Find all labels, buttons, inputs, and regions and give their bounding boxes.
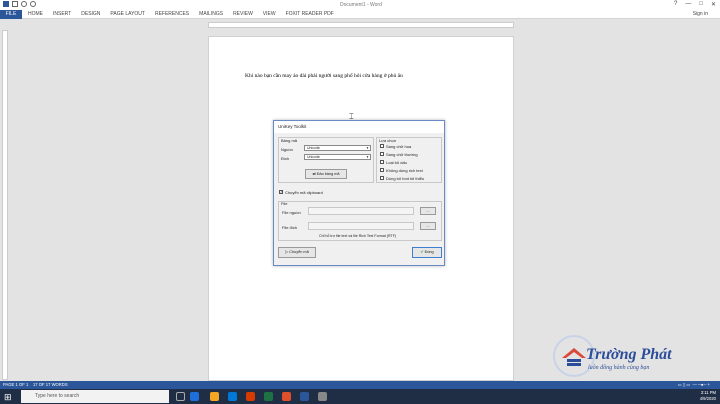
task-view-icon[interactable] [176, 392, 185, 401]
truong-phat-logo: Trường Phát luôn đồng hành cùng bạn [553, 335, 672, 377]
option-lowercase-label: Sang chữ thường [386, 152, 418, 157]
close-label: Đóng [424, 250, 434, 254]
edge-icon[interactable] [190, 392, 199, 401]
sign-in-link[interactable]: Sign in [693, 10, 708, 19]
minimize-icon[interactable]: — [685, 1, 691, 8]
encoding-group-label: Bảng mã [281, 138, 298, 143]
zoom-slider[interactable]: ▭ ▯ ▭ — ─●─ + [678, 381, 710, 389]
unikey-icon[interactable] [318, 392, 327, 401]
windows-start-icon[interactable]: ⊞ [4, 392, 14, 402]
swap-encoding-button[interactable]: ⇄ Đảo bảng mã [305, 169, 347, 179]
taskbar-search-input[interactable]: Type here to search [21, 390, 169, 403]
logo-book-icon [567, 359, 581, 362]
tab-file[interactable]: FILE [0, 10, 22, 19]
convert-button[interactable]: ▷ Chuyển mã [278, 247, 316, 258]
file-note: Chỉ hỗ trợ file text và file Rich Text F… [319, 234, 397, 238]
swap-encoding-label: Đảo bảng mã [316, 172, 340, 176]
options-group-label: Lựa chọn [379, 138, 396, 143]
ribbon: FILE HOME INSERT DESIGN PAGE LAYOUT REFE… [0, 10, 720, 19]
close-icon[interactable]: ✕ [711, 1, 716, 8]
logo-roof-icon [562, 348, 586, 358]
browse-source-button[interactable]: ... [420, 207, 436, 215]
option-lowercase-checkbox[interactable] [380, 152, 384, 156]
taskbar: ⊞ Type here to search 3:11 PM 4/9/2020 [0, 389, 720, 404]
window-title: Document1 - Word [340, 2, 382, 8]
clock-date: 4/9/2020 [699, 396, 716, 401]
tab-mailings[interactable]: MAILINGS [199, 10, 223, 19]
option-remove-accent-label: Loại bỏ dấu [386, 160, 407, 165]
page-count[interactable]: PAGE 1 OF 1 [3, 382, 28, 387]
logo-book-icon [567, 363, 581, 366]
undo-icon[interactable] [21, 1, 27, 7]
word-count[interactable]: 17 OF 17 WORDS [33, 382, 68, 387]
logo-text: Trường Phát [586, 346, 672, 363]
save-icon[interactable] [12, 1, 18, 7]
tab-home[interactable]: HOME [28, 10, 43, 19]
document-text[interactable]: Khi nào bạn cần may áo dài phải người sa… [245, 73, 403, 79]
file-source-label: File nguồn [282, 210, 301, 215]
chevron-down-icon: ▼ [366, 155, 369, 159]
window-controls: ? — □ ✕ [674, 1, 716, 8]
tab-view[interactable]: VIEW [263, 10, 276, 19]
system-tray[interactable]: 3:11 PM 4/9/2020 [700, 390, 716, 402]
close-button[interactable]: ✔ Đóng [412, 247, 442, 258]
browse-dest-button[interactable]: ... [420, 222, 436, 230]
dest-label: Đích [281, 156, 290, 161]
vertical-ruler[interactable] [2, 30, 8, 380]
maximize-icon[interactable]: □ [699, 1, 703, 8]
option-uppercase-label: Sang chữ hoa [386, 144, 412, 149]
excel-icon[interactable] [264, 392, 273, 401]
tab-review[interactable]: REVIEW [233, 10, 253, 19]
help-icon[interactable]: ? [674, 1, 677, 8]
option-remove-accent-checkbox[interactable] [380, 160, 384, 164]
tab-foxit[interactable]: FOXIT READER PDF [286, 10, 334, 19]
file-source-input[interactable] [308, 207, 414, 215]
logo-slogan: luôn đồng hành cùng bạn [588, 364, 649, 371]
unikey-toolkit-dialog: UniKey Toolkit Bảng mã Nguồn Unicode ▼ Đí… [273, 120, 445, 266]
tab-references[interactable]: REFERENCES [155, 10, 189, 19]
title-bar: Document1 - Word ? — □ ✕ [0, 0, 720, 10]
tab-page-layout[interactable]: PAGE LAYOUT [110, 10, 145, 19]
option-min-font-label: Dùng bỏ font tối thiểu [386, 176, 425, 181]
source-encoding-select[interactable]: Unicode ▼ [304, 145, 371, 151]
ribbon-tabs: HOME INSERT DESIGN PAGE LAYOUT REFERENCE… [28, 10, 344, 19]
tab-design[interactable]: DESIGN [81, 10, 100, 19]
word-icon[interactable] [300, 392, 309, 401]
chrome-icon[interactable] [246, 392, 255, 401]
horizontal-ruler[interactable] [208, 22, 514, 28]
file-group-label: File [281, 201, 288, 206]
app-icon[interactable] [282, 392, 291, 401]
dialog-title: UniKey Toolkit [274, 121, 444, 133]
dest-encoding-select[interactable]: Unicode ▼ [304, 154, 371, 160]
file-dest-label: File đích [282, 225, 298, 230]
source-encoding-value: Unicode [307, 146, 320, 150]
convert-label: Chuyển mã [289, 250, 309, 254]
store-icon[interactable] [228, 392, 237, 401]
file-dest-input[interactable] [308, 222, 414, 230]
clipboard-label: Chuyển mã clipboard [285, 190, 323, 195]
chevron-down-icon: ▼ [366, 146, 369, 150]
option-no-rich-text-checkbox[interactable] [380, 168, 384, 172]
option-min-font-checkbox[interactable] [380, 176, 384, 180]
tab-insert[interactable]: INSERT [53, 10, 71, 19]
source-label: Nguồn [281, 147, 293, 152]
word-icon [3, 1, 9, 7]
option-no-rich-text-label: Không dùng rich text [386, 168, 423, 173]
dest-encoding-value: Unicode [307, 155, 320, 159]
file-explorer-icon[interactable] [210, 392, 219, 401]
clipboard-checkbox[interactable] [279, 189, 283, 194]
redo-icon[interactable] [30, 1, 36, 7]
option-uppercase-checkbox[interactable] [380, 144, 384, 148]
status-bar: PAGE 1 OF 1 17 OF 17 WORDS ▭ ▯ ▭ — ─●─ + [0, 381, 720, 389]
quick-access-toolbar [3, 1, 36, 7]
